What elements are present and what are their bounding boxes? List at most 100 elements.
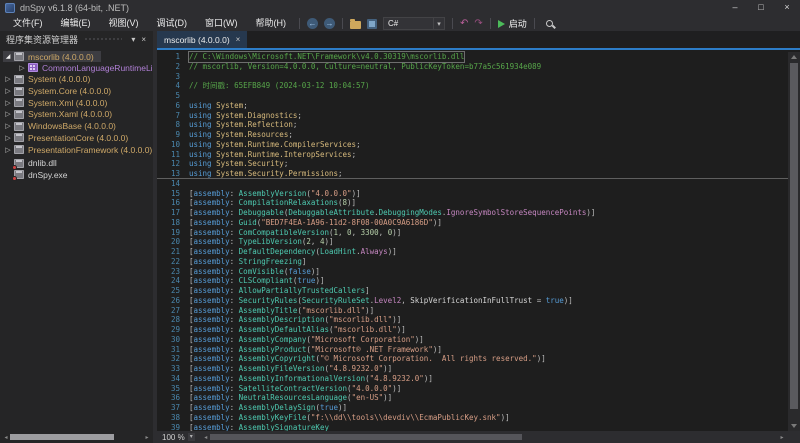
open-button[interactable]: [350, 19, 361, 29]
scrollbar-thumb[interactable]: [210, 434, 523, 440]
tree-item-mscorlib[interactable]: ◢mscorlib (4.0.0.0): [0, 50, 153, 62]
panel-close-button[interactable]: ×: [138, 35, 149, 44]
tree-item-content[interactable]: ▷WindowsBase (4.0.0.0): [3, 120, 123, 132]
code-text[interactable]: [assembly: AssemblyVersion("4.0.0.0")]: [189, 189, 361, 199]
tree-item-content[interactable]: ▷System (4.0.0.0): [3, 74, 97, 86]
tree-item-content[interactable]: dnSpy.exe: [3, 169, 75, 181]
code-text[interactable]: [assembly: AssemblyInformationalVersion(…: [189, 374, 433, 384]
scrollbar-thumb[interactable]: [10, 434, 114, 440]
menu-item-2[interactable]: 视图(V): [100, 16, 148, 31]
maximize-button[interactable]: □: [748, 0, 774, 14]
code-text[interactable]: // 时间戳: 65EFB849 (2024-03-12 10:04:57): [189, 81, 370, 91]
undo-button[interactable]: ↶: [460, 18, 468, 29]
code-text[interactable]: using System.Runtime.InteropServices;: [189, 150, 356, 160]
expand-icon[interactable]: ▷: [3, 134, 13, 142]
code-text[interactable]: using System.Resources;: [189, 130, 293, 140]
tree-item-system-core[interactable]: ▷System.Core (4.0.0.0): [0, 85, 153, 97]
code-text[interactable]: using System.Security;: [189, 159, 288, 169]
expand-icon[interactable]: ▷: [3, 122, 13, 130]
code-text[interactable]: [assembly: AssemblyKeyFile("f:\\dd\\tool…: [189, 413, 510, 423]
code-text[interactable]: [assembly: StringFreezing]: [189, 257, 306, 267]
language-combobox[interactable]: C# ▾: [383, 17, 445, 30]
scrollbar-thumb[interactable]: [790, 63, 798, 409]
minimize-button[interactable]: –: [722, 0, 748, 14]
panel-menu-button[interactable]: ▾: [128, 35, 138, 44]
code-text[interactable]: [assembly: ComVisible(false)]: [189, 267, 320, 277]
code-text[interactable]: [assembly: AssemblyTitle("mscorlib.dll")…: [189, 306, 374, 316]
expand-icon[interactable]: ▷: [3, 146, 13, 154]
tree-item-system[interactable]: ▷System (4.0.0.0): [0, 73, 153, 85]
save-all-button[interactable]: [367, 19, 377, 29]
tab-mscorlib[interactable]: mscorlib (4.0.0.0) ×: [157, 31, 247, 48]
tree-item-dnspy[interactable]: dnSpy.exe: [0, 167, 153, 179]
code-text[interactable]: [assembly: NeutralResourcesLanguage("en-…: [189, 393, 392, 403]
editor-horizontal-scrollbar[interactable]: ◂ ▸: [200, 431, 788, 443]
code-text[interactable]: [assembly: AssemblyDelaySign(true)]: [189, 403, 347, 413]
tree-item-presentationcore[interactable]: ▷PresentationCore (4.0.0.0): [0, 132, 153, 144]
scroll-left-icon[interactable]: ◂: [2, 434, 10, 441]
tree-item-content[interactable]: ▷PresentationCore (4.0.0.0): [3, 132, 135, 144]
scroll-up-button[interactable]: [788, 52, 800, 62]
tree-item-content[interactable]: ▷PresentationFramework (4.0.0.0): [3, 144, 153, 156]
code-text[interactable]: [assembly: DefaultDependency(LoadHint.Al…: [189, 247, 397, 257]
scroll-right-icon[interactable]: ▸: [143, 434, 151, 441]
tree-item-content[interactable]: ◢mscorlib (4.0.0.0): [3, 51, 101, 63]
tree-item-content[interactable]: ▷System.Xaml (4.0.0.0): [3, 109, 119, 121]
code-text[interactable]: using System;: [189, 101, 248, 111]
code-text[interactable]: [assembly: AssemblyCompany("Microsoft Co…: [189, 335, 424, 345]
sidebar-horizontal-scrollbar[interactable]: ◂ ▸: [0, 431, 153, 443]
code-text[interactable]: [assembly: AssemblyCopyright("© Microsof…: [189, 354, 546, 364]
tree-item-content[interactable]: ▷CommonLanguageRuntimeLibrar: [17, 62, 153, 74]
expand-icon[interactable]: ▷: [3, 99, 13, 107]
scroll-right-icon[interactable]: ▸: [778, 434, 786, 441]
scroll-left-icon[interactable]: ◂: [202, 434, 210, 441]
tree-item-content[interactable]: ▷System.Xml (4.0.0.0): [3, 97, 114, 109]
code-text[interactable]: // C:\Windows\Microsoft.NET\Framework\v4…: [189, 52, 464, 62]
code-text[interactable]: [assembly: SecurityRules(SecurityRuleSet…: [189, 296, 573, 306]
expand-icon[interactable]: ▷: [3, 110, 13, 118]
menu-item-0[interactable]: 文件(F): [4, 16, 52, 31]
code-editor[interactable]: 1// C:\Windows\Microsoft.NET\Framework\v…: [157, 50, 800, 431]
collapse-icon[interactable]: ◢: [3, 53, 13, 60]
redo-button[interactable]: ↷: [474, 18, 482, 29]
tree-item-content[interactable]: ▷System.Core (4.0.0.0): [3, 85, 118, 97]
code-text[interactable]: using System.Runtime.CompilerServices;: [189, 140, 361, 150]
zoom-control[interactable]: 100 % ▾: [157, 433, 200, 442]
expand-icon[interactable]: ▷: [3, 87, 13, 95]
tree-item-clr-module[interactable]: ▷CommonLanguageRuntimeLibrar: [0, 62, 153, 74]
code-text[interactable]: [assembly: AssemblySignatureKey: [189, 423, 329, 432]
code-text[interactable]: [assembly: SatelliteContractVersion("4.0…: [189, 384, 401, 394]
tree-item-presentationframework[interactable]: ▷PresentationFramework (4.0.0.0): [0, 144, 153, 156]
menu-item-4[interactable]: 窗口(W): [196, 16, 247, 31]
code-text[interactable]: [assembly: AssemblyProduct("Microsoft® .…: [189, 345, 442, 355]
navigate-forward-button[interactable]: →: [324, 18, 335, 29]
code-text[interactable]: [assembly: CLSCompliant(true)]: [189, 276, 324, 286]
code-text[interactable]: [assembly: AssemblyDefaultAlias("mscorli…: [189, 325, 406, 335]
code-text[interactable]: [assembly: AllowPartiallyTrustedCallers]: [189, 286, 370, 296]
navigate-back-button[interactable]: ←: [307, 18, 318, 29]
code-text[interactable]: [assembly: Guid("BED7F4EA-1A96-11d2-8F08…: [189, 218, 442, 228]
menu-item-1[interactable]: 编辑(E): [52, 16, 100, 31]
close-button[interactable]: ×: [774, 0, 800, 14]
tree-item-system-xml[interactable]: ▷System.Xml (4.0.0.0): [0, 97, 153, 109]
tree-item-windowsbase[interactable]: ▷WindowsBase (4.0.0.0): [0, 120, 153, 132]
tree-item-system-xaml[interactable]: ▷System.Xaml (4.0.0.0): [0, 108, 153, 120]
code-text[interactable]: using System.Diagnostics;: [189, 111, 302, 121]
code-text[interactable]: // mscorlib, Version=4.0.0.0, Culture=ne…: [189, 62, 541, 72]
tree-item-dnlib[interactable]: dnlib.dll: [0, 155, 153, 167]
tab-close-icon[interactable]: ×: [236, 35, 241, 44]
scrollbar-track[interactable]: [210, 434, 778, 440]
expand-icon[interactable]: ▷: [17, 64, 27, 72]
scroll-down-button[interactable]: [788, 421, 800, 431]
vertical-scrollbar[interactable]: [788, 52, 800, 431]
code-text[interactable]: [assembly: AssemblyFileVersion("4.8.9232…: [189, 364, 392, 374]
code-text[interactable]: [assembly: Debuggable(DebuggableAttribut…: [189, 208, 595, 218]
code-text[interactable]: [assembly: AssemblyDescription("mscorlib…: [189, 315, 401, 325]
code-text[interactable]: using System.Security.Permissions;: [189, 169, 343, 178]
expand-icon[interactable]: ▷: [3, 75, 13, 83]
code-text[interactable]: [assembly: CompilationRelaxations(8)]: [189, 198, 356, 208]
code-text[interactable]: using System.Reflection;: [189, 120, 297, 130]
start-debug-button[interactable]: 启动: [498, 17, 527, 30]
scrollbar-track[interactable]: [10, 434, 143, 440]
menu-item-5[interactable]: 帮助(H): [247, 16, 296, 31]
